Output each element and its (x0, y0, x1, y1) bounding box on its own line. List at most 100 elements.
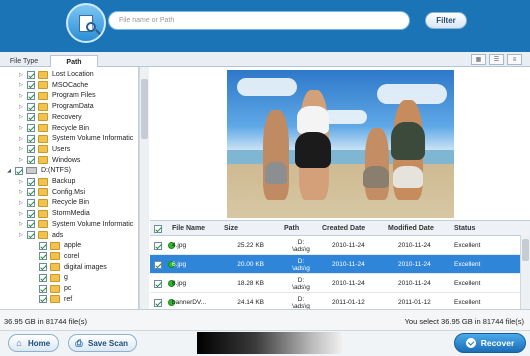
total-size-text: 36.95 GB in 81744 file(s) (4, 317, 87, 326)
tree-item[interactable]: ▷ Recovery (0, 112, 82, 123)
tree-checkbox[interactable] (27, 231, 35, 239)
tree-checkbox[interactable] (27, 70, 35, 79)
tree-checkbox[interactable] (15, 166, 23, 175)
tree-item[interactable]: ▷ Users (0, 144, 70, 155)
scroll-thumb[interactable] (141, 79, 148, 139)
tree-item[interactable]: ▷ Recycle Bin (0, 123, 89, 134)
list-view-icon[interactable]: ☰ (489, 54, 504, 65)
detail-view-icon[interactable]: ≡ (507, 54, 522, 65)
expand-arrow-icon[interactable]: ▷ (18, 200, 24, 206)
tree-checkbox[interactable] (39, 263, 47, 272)
table-row[interactable]: 8.jpg 18.28 KB D: \ads\g 2010-11-24 2010-11-2… (150, 274, 520, 293)
tree-item[interactable]: pc (0, 283, 71, 294)
filter-button[interactable]: Filter (425, 12, 467, 29)
check-circle-icon (465, 338, 476, 348)
folder-icon (38, 231, 48, 239)
row-checkbox[interactable] (154, 241, 162, 250)
expand-arrow-icon[interactable]: ▷ (18, 179, 24, 185)
expand-arrow-icon[interactable]: ▷ (18, 189, 24, 195)
expand-arrow-icon[interactable]: ▷ (18, 232, 24, 238)
tree-item[interactable]: apple (0, 240, 81, 251)
tree-item[interactable]: g (0, 272, 68, 283)
expand-arrow-icon[interactable]: ▷ (18, 157, 24, 163)
tree-item[interactable]: ref (0, 294, 72, 305)
image-preview (227, 70, 454, 218)
home-button[interactable]: ⌂ Home (8, 334, 60, 352)
tree-checkbox[interactable] (27, 145, 35, 154)
tree-checkbox[interactable] (27, 124, 35, 132)
tree-checkbox[interactable] (27, 81, 35, 90)
expand-arrow-icon[interactable]: ▷ (18, 211, 24, 217)
cell-modified: 2010-11-24 (398, 280, 431, 287)
table-scrollbar[interactable] (520, 235, 530, 309)
tree-item[interactable]: ▷ System Volume Informatic (0, 133, 133, 144)
search-input[interactable]: File name or Path (108, 11, 410, 30)
tree-checkbox[interactable] (27, 134, 35, 143)
save-scan-button[interactable]: ⎙ Save Scan (68, 334, 138, 352)
column-header-created-date[interactable]: Created Date (322, 221, 382, 236)
tree-item[interactable]: corel (0, 251, 79, 262)
tree-checkbox[interactable] (39, 252, 47, 261)
expand-arrow-icon[interactable]: ▷ (18, 221, 24, 227)
recover-button[interactable]: Recover (454, 333, 526, 353)
expand-arrow-icon[interactable]: ▷ (18, 125, 24, 131)
row-checkbox[interactable] (154, 298, 162, 307)
cell-status: Excellent (454, 280, 481, 287)
tree-checkbox[interactable] (27, 91, 35, 100)
tree-item[interactable]: ▷ Windows (0, 155, 80, 166)
expand-arrow-icon[interactable]: ▷ (18, 114, 24, 120)
column-header-size[interactable]: Size (224, 221, 284, 236)
tree-item[interactable]: ▷ Program Files (0, 90, 96, 101)
column-header-modified-date[interactable]: Modified Date (388, 221, 448, 236)
tree-item[interactable]: ▷ ProgramData (0, 101, 94, 112)
tree-scrollbar[interactable] (139, 67, 149, 309)
tree-item[interactable]: ▷ MSOCache (0, 80, 88, 91)
tree-item[interactable]: ▷ Backup (0, 176, 75, 187)
select-all-checkbox[interactable] (154, 221, 164, 236)
table-row[interactable]: 4.jpg 25.22 KB D: \ads\g 2010-11-24 2010-11-2… (150, 236, 520, 255)
tree-checkbox[interactable] (27, 198, 35, 207)
thumbnail-view-icon[interactable]: ▦ (471, 54, 486, 65)
folder-tree: ▷ Lost Location ▷ MSOCache ▷ Program Files ▷ Pr… (0, 67, 139, 309)
tree-item[interactable]: ◢ D:(NTFS) (0, 165, 71, 176)
tree-item[interactable]: ▷ Recycle Bin (0, 197, 89, 208)
view-mode-switcher: ▦ ☰ ≡ (471, 54, 522, 65)
row-checkbox[interactable] (154, 260, 162, 269)
expand-arrow-icon[interactable]: ▷ (18, 93, 24, 99)
tree-item-label: Program Files (52, 92, 96, 100)
recover-label: Recover (480, 338, 515, 348)
expand-arrow-icon[interactable]: ▷ (18, 104, 24, 110)
tree-checkbox[interactable] (39, 241, 47, 250)
expand-arrow-icon[interactable]: ▷ (18, 82, 24, 88)
expand-arrow-icon[interactable]: ▷ (18, 146, 24, 152)
tree-checkbox[interactable] (27, 156, 35, 165)
tree-item[interactable]: ▷ ads (0, 230, 63, 241)
column-header-path[interactable]: Path (284, 221, 324, 236)
tree-checkbox[interactable] (27, 188, 35, 197)
row-checkbox[interactable] (154, 279, 162, 288)
table-row[interactable]: 6.jpg 20.00 KB D: \ads\g 2010-11-24 2010-11-2… (150, 255, 520, 274)
tree-checkbox[interactable] (39, 273, 47, 282)
scroll-thumb[interactable] (522, 239, 529, 261)
tree-checkbox[interactable] (39, 284, 47, 293)
tree-item[interactable]: ▷ StormMedia (0, 208, 90, 219)
tree-item[interactable]: ▷ System Volume Informatic (0, 219, 133, 230)
tree-checkbox[interactable] (27, 113, 35, 122)
expand-arrow-icon[interactable]: ▷ (18, 136, 24, 142)
tree-checkbox[interactable] (27, 177, 35, 186)
tree-checkbox[interactable] (27, 102, 35, 111)
folder-icon (38, 220, 48, 229)
tree-checkbox[interactable] (27, 209, 35, 218)
path-drive: D: (297, 276, 305, 284)
column-header-file-name[interactable]: File Name (172, 221, 222, 236)
folder-icon (38, 198, 48, 207)
tree-item[interactable]: digital images (0, 262, 107, 273)
expand-arrow-icon[interactable]: ▷ (18, 72, 24, 78)
expand-arrow-icon[interactable]: ◢ (6, 168, 12, 174)
tree-item[interactable]: ▷ Lost Location (0, 69, 94, 80)
tree-checkbox[interactable] (39, 295, 47, 304)
tree-checkbox[interactable] (27, 220, 35, 229)
cell-status: Excellent (454, 242, 481, 249)
tree-item[interactable]: ▷ Config.Msi (0, 187, 85, 198)
column-header-status[interactable]: Status (454, 221, 504, 236)
